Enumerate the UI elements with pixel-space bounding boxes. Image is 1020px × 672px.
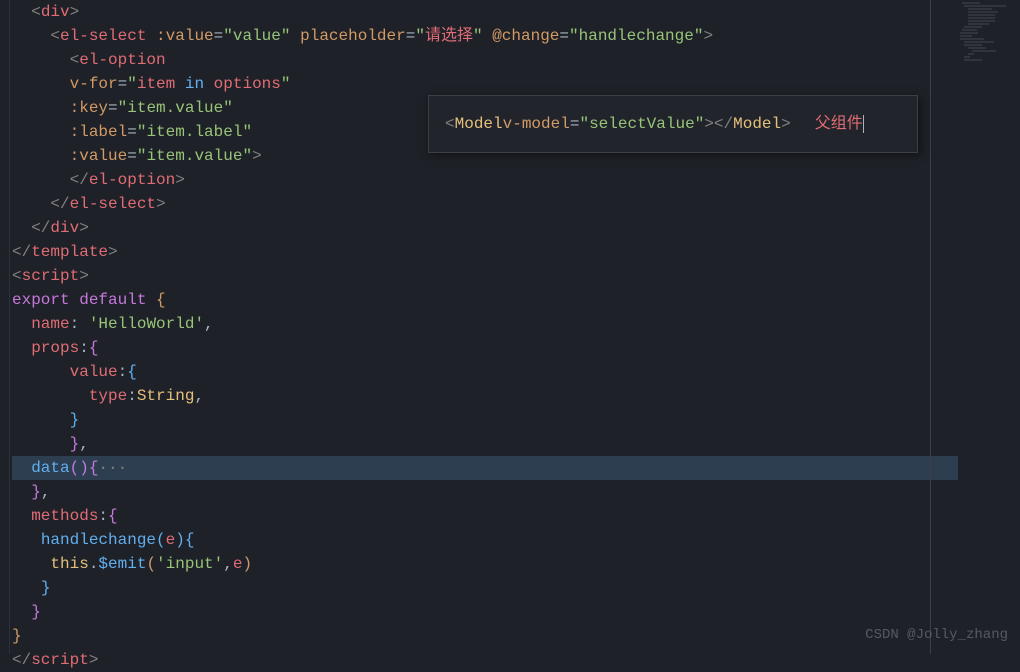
code-line: <div> <box>12 0 958 24</box>
code-line: methods:{ <box>12 504 958 528</box>
code-line: props:{ <box>12 336 958 360</box>
code-line-highlighted: data(){··· <box>12 456 958 480</box>
code-line: <el-option <box>12 48 958 72</box>
code-line: <script> <box>12 264 958 288</box>
code-line: </script> <box>12 648 958 672</box>
cursor-icon <box>863 115 864 133</box>
code-line: </el-select> <box>12 192 958 216</box>
code-line: </template> <box>12 240 958 264</box>
minimap[interactable] <box>960 0 1020 654</box>
watermark: CSDN @Jolly_zhang <box>865 625 1008 646</box>
code-line: this.$emit('input',e) <box>12 552 958 576</box>
code-line: }, <box>12 432 958 456</box>
code-line: } <box>12 624 958 648</box>
code-line: } <box>12 576 958 600</box>
code-line: value:{ <box>12 360 958 384</box>
overlay-snippet: <Model v-model="selectValue"></Model>父组件 <box>428 95 918 153</box>
code-line: } <box>12 408 958 432</box>
code-line: } <box>12 600 958 624</box>
code-line: type:String, <box>12 384 958 408</box>
code-line: handlechange(e){ <box>12 528 958 552</box>
gutter <box>0 0 10 654</box>
ruler <box>930 0 931 654</box>
code-line: <el-select :value="value" placeholder="请… <box>12 24 958 48</box>
code-line: export default { <box>12 288 958 312</box>
code-line: v-for="item in options" <box>12 72 958 96</box>
code-area[interactable]: <div> <el-select :value="value" placehol… <box>10 0 960 654</box>
editor-container: <div> <el-select :value="value" placehol… <box>0 0 1020 654</box>
code-line: }, <box>12 480 958 504</box>
code-line: </div> <box>12 216 958 240</box>
minimap-content <box>960 2 1020 62</box>
code-line: name: 'HelloWorld', <box>12 312 958 336</box>
code-line: </el-option> <box>12 168 958 192</box>
